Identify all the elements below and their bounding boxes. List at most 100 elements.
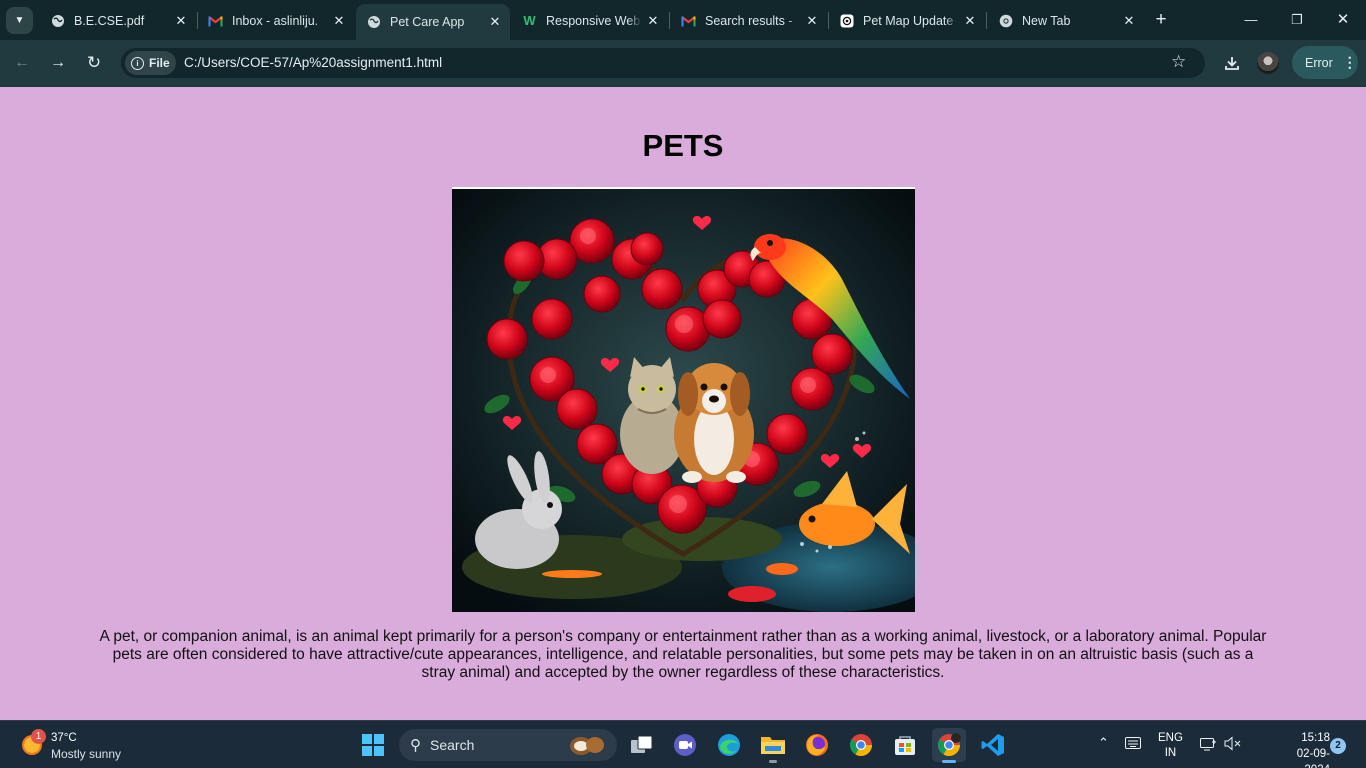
profile-avatar[interactable] xyxy=(1257,52,1279,74)
tab-responsive-web[interactable]: W Responsive Web ✕ xyxy=(512,6,668,35)
chevron-up-icon[interactable]: ⌃ xyxy=(1098,735,1109,751)
minimize-icon: — xyxy=(1244,12,1258,27)
language-line1: ENG xyxy=(1158,732,1183,744)
firefox-app[interactable] xyxy=(800,728,834,762)
running-indicator xyxy=(769,760,777,763)
notification-badge[interactable]: 2 xyxy=(1330,738,1346,754)
search-label: Search xyxy=(430,737,475,753)
address-bar[interactable]: i File C:/Users/COE-57/Ap%20assignment1.… xyxy=(121,48,1205,78)
taskbar-search[interactable]: ⚲ Search xyxy=(399,729,617,761)
tab-separator xyxy=(669,12,670,29)
vscode-icon xyxy=(981,734,1004,756)
tab-title: Pet Map Update xyxy=(863,13,954,28)
close-icon[interactable]: ✕ xyxy=(484,14,506,30)
language-indicator[interactable]: ENG IN xyxy=(1158,731,1183,761)
running-indicator xyxy=(942,760,956,763)
system-clock[interactable]: 15:18 02-09-2024 xyxy=(1282,730,1330,768)
error-button[interactable]: Error ⋮ xyxy=(1292,46,1358,79)
chrome-app[interactable] xyxy=(844,728,878,762)
globe-icon xyxy=(366,15,381,30)
restore-icon: ❐ xyxy=(1291,12,1303,27)
network-icon[interactable] xyxy=(1200,736,1217,754)
clock-date: 02-09-2024 xyxy=(1296,748,1330,768)
browser-toolbar: ← → ↻ i File C:/Users/COE-57/Ap%20assign… xyxy=(0,40,1366,87)
reload-icon: ↻ xyxy=(86,53,102,72)
description-paragraph: A pet, or companion animal, is an animal… xyxy=(99,628,1267,681)
edge-icon xyxy=(718,734,740,756)
gmail-icon xyxy=(681,13,696,28)
file-explorer-app[interactable] xyxy=(756,728,790,763)
edge-app[interactable] xyxy=(712,728,746,762)
chrome-icon xyxy=(998,13,1013,28)
globe-icon xyxy=(50,13,65,28)
tab-pet-map-update[interactable]: Pet Map Update ✕ xyxy=(829,6,985,35)
gmail-icon xyxy=(208,13,223,28)
windows-icon xyxy=(362,734,384,756)
tab-strip: ▼ B.E.CSE.pdf ✕ Inbox - aslinliju. ✕ Pet… xyxy=(0,0,1366,40)
tab-pet-care-app[interactable]: Pet Care App ✕ xyxy=(356,4,510,40)
tab-search-button[interactable]: ▼ xyxy=(6,7,33,34)
kebab-menu-icon: ⋮ xyxy=(1342,54,1357,70)
page-title: PETS xyxy=(642,128,724,163)
clock-time: 15:18 xyxy=(1301,732,1330,744)
reload-button[interactable]: ↻ xyxy=(80,49,108,77)
keyboard-icon[interactable] xyxy=(1125,737,1141,752)
restore-button[interactable]: ❐ xyxy=(1274,8,1320,32)
tab-title: B.E.CSE.pdf xyxy=(74,13,145,28)
vscode-app[interactable] xyxy=(976,728,1010,762)
back-button[interactable]: ← xyxy=(8,49,36,77)
weather-widget[interactable]: 1 37°C Mostly sunny xyxy=(20,729,160,763)
weather-condition: Mostly sunny xyxy=(51,747,122,761)
chrome-icon xyxy=(938,733,961,756)
scheme-label: File xyxy=(149,56,170,70)
tab-title: Pet Care App xyxy=(390,15,465,29)
firefox-icon xyxy=(806,734,828,756)
error-label: Error xyxy=(1305,55,1333,70)
close-icon[interactable]: ✕ xyxy=(642,13,664,29)
close-icon[interactable]: ✕ xyxy=(1118,13,1140,29)
site-info-chip[interactable]: i File xyxy=(125,51,176,75)
search-icon: ⚲ xyxy=(410,737,421,754)
chrome-icon xyxy=(850,734,872,756)
openai-icon xyxy=(839,13,854,28)
download-icon xyxy=(1225,57,1239,70)
tab-title: Inbox - aslinliju. xyxy=(232,13,319,28)
coconut-icon xyxy=(569,734,605,756)
close-icon[interactable]: ✕ xyxy=(328,13,350,29)
chrome-profile-app[interactable] xyxy=(932,728,966,763)
taskbar: 1 37°C Mostly sunny ⚲ Search ⌃ ENG IN 15… xyxy=(0,720,1366,768)
task-view-button[interactable] xyxy=(625,728,659,762)
chevron-down-icon: ▼ xyxy=(14,15,25,26)
tab-search-results[interactable]: Search results - ✕ xyxy=(671,6,827,35)
weather-temperature: 37°C xyxy=(51,732,77,744)
bookmark-star-icon[interactable]: ☆ xyxy=(1171,52,1186,72)
w-icon: W xyxy=(523,13,536,28)
new-tab-button[interactable]: + xyxy=(1150,8,1172,32)
tab-separator xyxy=(986,12,987,29)
pets-image xyxy=(452,187,915,612)
close-icon: ✕ xyxy=(1336,11,1350,28)
page-content: PETS A pet, or companion animal, is an a… xyxy=(0,87,1366,720)
tab-title: New Tab xyxy=(1022,13,1071,28)
tab-inbox[interactable]: Inbox - aslinliju. ✕ xyxy=(198,6,354,35)
close-window-button[interactable]: ✕ xyxy=(1320,8,1366,32)
meet-app[interactable] xyxy=(668,728,702,762)
folder-icon xyxy=(761,737,785,754)
volume-muted-icon[interactable] xyxy=(1224,736,1241,754)
tab-new-tab[interactable]: New Tab ✕ xyxy=(988,6,1144,35)
language-line2: IN xyxy=(1164,747,1177,759)
minimize-button[interactable]: — xyxy=(1228,8,1274,32)
tab-becse-pdf[interactable]: B.E.CSE.pdf ✕ xyxy=(40,6,196,35)
arrow-right-icon: → xyxy=(50,54,66,71)
store-app[interactable] xyxy=(888,728,922,762)
forward-button[interactable]: → xyxy=(44,49,72,77)
tab-title: Search results - xyxy=(705,13,793,28)
close-icon[interactable]: ✕ xyxy=(959,13,981,29)
start-button[interactable] xyxy=(356,728,390,762)
close-icon[interactable]: ✕ xyxy=(801,13,823,29)
task-view-icon xyxy=(631,735,653,753)
downloads-button[interactable] xyxy=(1219,50,1245,76)
url-text[interactable]: C:/Users/COE-57/Ap%20assignment1.html xyxy=(184,55,442,70)
close-icon[interactable]: ✕ xyxy=(170,13,192,29)
arrow-left-icon: ← xyxy=(14,54,30,71)
